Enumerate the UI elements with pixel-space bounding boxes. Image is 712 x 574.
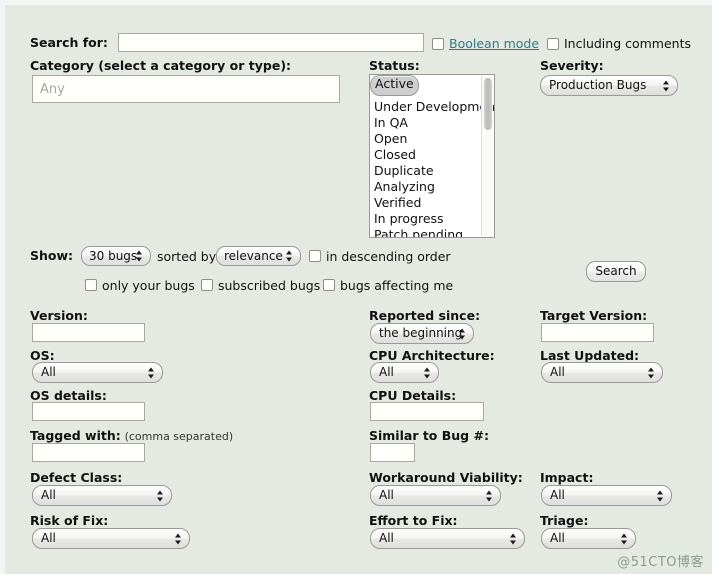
risk-of-fix-select[interactable]: All bbox=[32, 528, 190, 549]
including-comments-checkbox[interactable] bbox=[547, 38, 559, 50]
last-updated-value: All bbox=[550, 365, 565, 379]
reported-since-value: the beginning bbox=[379, 326, 463, 340]
last-updated-select[interactable]: All bbox=[541, 362, 663, 383]
boolean-mode-checkbox[interactable] bbox=[432, 38, 444, 50]
status-scrollbar[interactable] bbox=[481, 76, 493, 236]
os-value: All bbox=[41, 365, 56, 379]
reported-since-label: Reported since: bbox=[369, 308, 481, 323]
defect-class-select[interactable]: All bbox=[32, 485, 172, 506]
tagged-with-input[interactable] bbox=[32, 443, 145, 462]
sorted-by-label: sorted by bbox=[157, 249, 217, 264]
chevron-updown-icon bbox=[286, 250, 293, 263]
sort-by-select[interactable]: relevance bbox=[216, 246, 301, 266]
chevron-updown-icon bbox=[486, 489, 493, 502]
chevron-updown-icon bbox=[510, 532, 517, 545]
only-your-bugs-checkbox[interactable] bbox=[85, 279, 97, 291]
severity-value: Production Bugs bbox=[549, 78, 647, 92]
impact-select[interactable]: All bbox=[541, 485, 672, 506]
status-option[interactable]: Verified bbox=[370, 195, 494, 211]
tagged-with-note: (comma separated) bbox=[124, 430, 234, 443]
chevron-updown-icon bbox=[657, 489, 664, 502]
severity-label: Severity: bbox=[540, 58, 604, 73]
status-option[interactable]: Patch pending bbox=[370, 227, 494, 237]
severity-select[interactable]: Production Bugs bbox=[540, 75, 678, 96]
target-version-label: Target Version: bbox=[540, 308, 648, 323]
search-form-page: Search for: Boolean mode Including comme… bbox=[0, 0, 712, 574]
cpu-architecture-select[interactable]: All bbox=[370, 362, 439, 383]
chevron-updown-icon bbox=[148, 366, 155, 379]
version-label: Version: bbox=[30, 308, 88, 323]
status-listbox[interactable]: Active Under Development In QA Open Clos… bbox=[369, 74, 495, 238]
status-option[interactable]: Closed bbox=[370, 147, 494, 163]
only-your-bugs-label: only your bugs bbox=[102, 278, 195, 293]
chevron-updown-icon bbox=[663, 79, 670, 92]
os-details-label: OS details: bbox=[30, 388, 107, 403]
chevron-updown-icon bbox=[424, 366, 431, 379]
status-option[interactable]: Duplicate bbox=[370, 163, 494, 179]
cpu-details-label: CPU Details: bbox=[369, 388, 457, 403]
descending-order-label: in descending order bbox=[326, 249, 451, 264]
search-button[interactable]: Search bbox=[586, 261, 646, 282]
show-count-value: 30 bugs bbox=[89, 249, 138, 263]
target-version-input[interactable] bbox=[541, 323, 654, 342]
status-option[interactable]: Active bbox=[370, 75, 419, 96]
search-input[interactable] bbox=[118, 33, 424, 52]
status-label: Status: bbox=[369, 58, 420, 73]
impact-label: Impact: bbox=[540, 470, 594, 485]
chevron-updown-icon bbox=[459, 327, 466, 340]
cpu-details-input[interactable] bbox=[370, 402, 484, 421]
search-for-label: Search for: bbox=[30, 35, 108, 50]
version-input[interactable] bbox=[32, 323, 145, 342]
chevron-updown-icon bbox=[621, 532, 628, 545]
reported-since-select[interactable]: the beginning bbox=[370, 323, 474, 344]
similar-to-bug-input[interactable] bbox=[370, 443, 415, 462]
triage-label: Triage: bbox=[540, 513, 589, 528]
boolean-mode-link[interactable]: Boolean mode bbox=[449, 36, 539, 51]
tagged-with-label-group: Tagged with: (comma separated) bbox=[30, 428, 234, 444]
chevron-updown-icon bbox=[648, 366, 655, 379]
effort-to-fix-select[interactable]: All bbox=[370, 528, 525, 549]
tagged-with-label: Tagged with: bbox=[30, 428, 121, 443]
chevron-updown-icon bbox=[175, 532, 182, 545]
cpu-architecture-label: CPU Architecture: bbox=[369, 348, 495, 363]
subscribed-bugs-label: subscribed bugs bbox=[218, 278, 321, 293]
bugs-affecting-me-checkbox[interactable] bbox=[323, 279, 335, 291]
defect-class-value: All bbox=[41, 488, 56, 502]
chevron-updown-icon bbox=[136, 250, 143, 263]
bugs-affecting-me-label: bugs affecting me bbox=[340, 278, 454, 293]
workaround-viability-value: All bbox=[379, 488, 394, 502]
workaround-viability-label: Workaround Viability: bbox=[369, 470, 523, 485]
subscribed-bugs-checkbox[interactable] bbox=[201, 279, 213, 291]
watermark: @51CTO博客 bbox=[617, 555, 704, 570]
sort-by-value: relevance bbox=[224, 249, 283, 263]
status-scrollbar-thumb[interactable] bbox=[483, 78, 492, 130]
os-label: OS: bbox=[30, 348, 55, 363]
impact-value: All bbox=[550, 488, 565, 502]
effort-to-fix-value: All bbox=[379, 531, 394, 545]
status-option[interactable]: Under Development bbox=[370, 99, 494, 115]
cpu-architecture-value: All bbox=[379, 365, 394, 379]
status-option[interactable]: Analyzing bbox=[370, 179, 494, 195]
similar-to-bug-label: Similar to Bug #: bbox=[369, 428, 489, 443]
defect-class-label: Defect Class: bbox=[30, 470, 123, 485]
show-label: Show: bbox=[30, 248, 74, 263]
status-option[interactable]: In QA bbox=[370, 115, 494, 131]
triage-select[interactable]: All bbox=[541, 528, 636, 549]
status-option[interactable]: In progress bbox=[370, 211, 494, 227]
os-details-input[interactable] bbox=[32, 402, 145, 421]
status-option[interactable]: Open bbox=[370, 131, 494, 147]
category-input[interactable] bbox=[32, 75, 340, 103]
category-label: Category (select a category or type): bbox=[30, 58, 292, 73]
last-updated-label: Last Updated: bbox=[540, 348, 640, 363]
including-comments-label: Including comments bbox=[564, 36, 692, 51]
os-select[interactable]: All bbox=[32, 362, 163, 383]
descending-order-checkbox[interactable] bbox=[309, 250, 321, 262]
chevron-updown-icon bbox=[157, 489, 164, 502]
show-count-select[interactable]: 30 bugs bbox=[81, 246, 151, 266]
workaround-viability-select[interactable]: All bbox=[370, 485, 501, 506]
risk-of-fix-value: All bbox=[41, 531, 56, 545]
effort-to-fix-label: Effort to Fix: bbox=[369, 513, 458, 528]
risk-of-fix-label: Risk of Fix: bbox=[30, 513, 109, 528]
triage-value: All bbox=[550, 531, 565, 545]
